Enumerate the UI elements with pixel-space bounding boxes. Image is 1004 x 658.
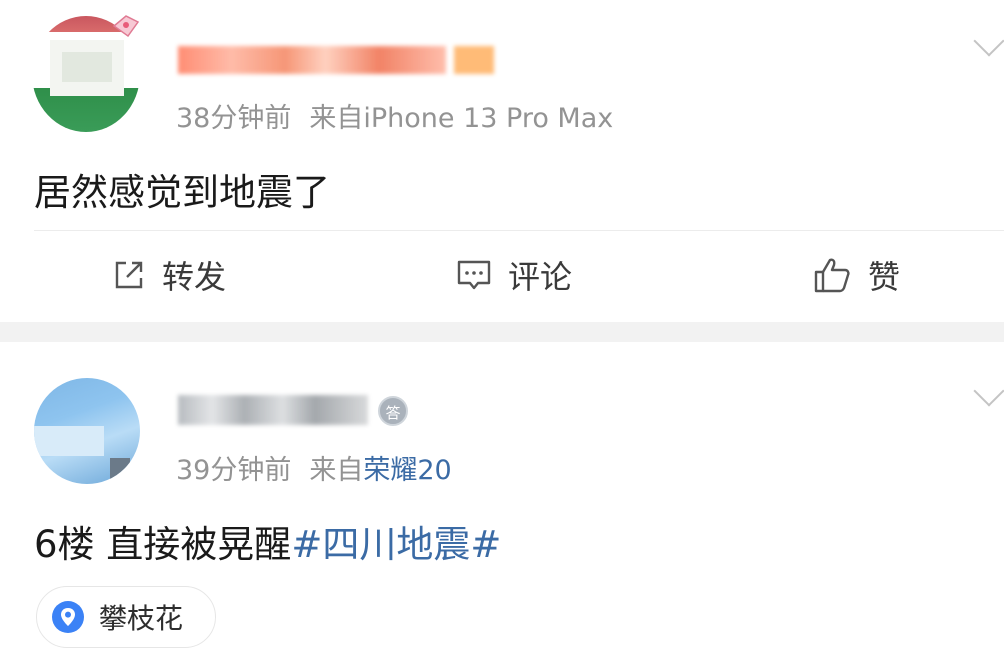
like-icon: [814, 258, 850, 293]
post-separator: [0, 322, 1004, 342]
post-source-prefix: 来自: [309, 455, 364, 486]
share-icon: [115, 261, 143, 289]
comment-label: 评论: [508, 258, 573, 296]
avatar-image-area: [34, 426, 104, 456]
avatar-image-detail: [62, 52, 112, 82]
weibo-post-1: 38分钟前 来自iPhone 13 Pro Max 居然感觉到地震了 转发 评论 …: [0, 0, 1004, 322]
post-source-prefix: 来自: [309, 103, 364, 134]
divider: [34, 230, 1004, 231]
post-time: 38分钟前: [176, 103, 292, 134]
avatar-image-detail: [110, 458, 130, 484]
username-blurred[interactable]: [178, 395, 368, 425]
post-text-body: 6楼 直接被晃醒: [34, 523, 292, 566]
member-badge-blurred: [454, 46, 494, 74]
repost-button[interactable]: 转发: [112, 248, 226, 302]
location-tag[interactable]: 攀枝花: [36, 586, 216, 648]
comment-button[interactable]: 评论: [456, 248, 572, 302]
location-label: 攀枝花: [99, 602, 184, 635]
hashtag-link[interactable]: #四川地震#: [291, 523, 501, 566]
like-label: 赞: [868, 258, 901, 296]
location-pin-icon: [52, 601, 84, 633]
chevron-down-icon[interactable]: [973, 25, 1004, 57]
medal-icon: 答: [378, 396, 408, 426]
post-time: 39分钟前: [176, 455, 292, 486]
username-blurred[interactable]: [178, 46, 446, 74]
avatar[interactable]: [34, 378, 140, 484]
like-button[interactable]: 赞: [812, 248, 900, 302]
avatar-pendant-icon: [112, 15, 140, 38]
comment-icon: [457, 260, 491, 290]
post-source-device[interactable]: 荣耀20: [363, 455, 451, 486]
post-source-device: iPhone 13 Pro Max: [363, 103, 614, 134]
post-meta: 39分钟前 来自荣耀20: [176, 448, 452, 487]
repost-label: 转发: [162, 258, 227, 296]
post-text: 居然感觉到地震了: [34, 171, 330, 214]
post-meta: 38分钟前 来自iPhone 13 Pro Max: [176, 96, 613, 135]
post-text: 6楼 直接被晃醒#四川地震#: [34, 514, 501, 568]
